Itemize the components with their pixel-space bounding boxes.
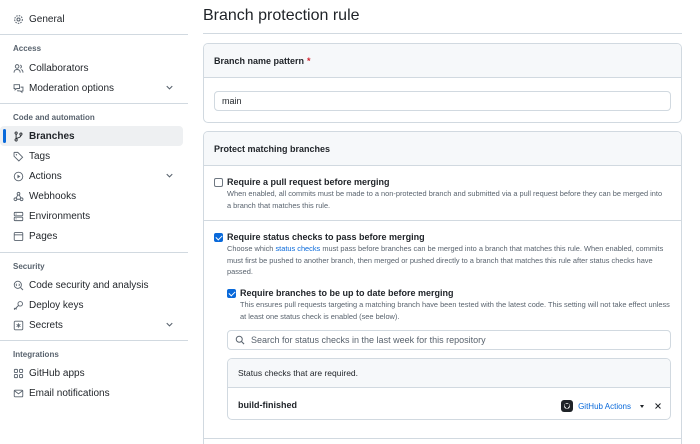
sidebar-item-environments[interactable]: Environments	[0, 206, 183, 226]
branch-pattern-label: Branch name pattern	[214, 55, 305, 66]
settings-sidebar: General Access Collaborators Moderation …	[0, 0, 188, 444]
chevron-down-icon[interactable]	[164, 319, 175, 330]
tag-icon	[13, 151, 24, 162]
sidebar-item-label: GitHub apps	[29, 367, 85, 379]
sidebar-item-branches[interactable]: Branches	[0, 126, 183, 146]
sidebar-divider	[0, 34, 188, 35]
sidebar-item-label: Environments	[29, 210, 91, 222]
description-text: Choose which	[227, 244, 276, 253]
asterisk-box-icon	[13, 320, 24, 331]
sidebar-divider	[0, 103, 188, 104]
page-title: Branch protection rule	[203, 7, 360, 24]
require-pull-request-checkbox[interactable]	[214, 178, 223, 187]
search-placeholder: Search for status checks in the last wee…	[251, 335, 486, 345]
section-title-security: Security	[13, 262, 45, 271]
sidebar-item-deploy-keys[interactable]: Deploy keys	[0, 295, 183, 315]
sidebar-item-github-apps[interactable]: GitHub apps	[0, 363, 183, 383]
sidebar-item-collaborators[interactable]: Collaborators	[0, 58, 183, 78]
require-status-checks-checkbox[interactable]	[214, 233, 223, 242]
require-up-to-date-title[interactable]: Require branches to be up to date before…	[240, 288, 454, 298]
browser-icon	[13, 231, 24, 242]
sidebar-item-webhooks[interactable]: Webhooks	[0, 186, 183, 206]
sidebar-item-label: General	[29, 13, 65, 25]
gear-icon	[13, 14, 24, 25]
sidebar-item-email-notifications[interactable]: Email notifications	[0, 383, 183, 403]
row-divider	[204, 438, 681, 439]
protect-branches-label: Protect matching branches	[214, 143, 331, 154]
close-icon	[655, 403, 661, 409]
require-pull-request-description: When enabled, all commits must be made t…	[227, 189, 663, 210]
status-checks-link[interactable]: status checks	[275, 244, 320, 253]
require-status-checks-description: Choose which status checks must pass bef…	[227, 243, 675, 278]
section-title-code-automation: Code and automation	[13, 113, 95, 122]
row-divider	[204, 220, 681, 221]
sidebar-item-label: Code security and analysis	[29, 279, 149, 291]
apps-icon	[13, 368, 24, 379]
sidebar-item-label: Collaborators	[29, 62, 89, 74]
sidebar-item-general[interactable]: General	[0, 9, 183, 29]
comment-discussion-icon	[13, 83, 24, 94]
required-mark: *	[307, 55, 311, 66]
require-up-to-date-checkbox[interactable]	[227, 289, 236, 298]
play-icon	[13, 171, 24, 182]
dropdown-caret-icon[interactable]	[640, 404, 644, 408]
sidebar-item-label: Secrets	[29, 319, 63, 331]
sidebar-item-pages[interactable]: Pages	[0, 226, 183, 246]
app-name-link[interactable]: GitHub Actions	[578, 402, 631, 411]
require-status-checks-title[interactable]: Require status checks to pass before mer…	[227, 232, 425, 242]
sidebar-item-label: Actions	[29, 170, 62, 182]
sidebar-item-moderation-options[interactable]: Moderation options	[0, 78, 183, 98]
sidebar-item-tags[interactable]: Tags	[0, 146, 183, 166]
check-name: build-finished	[238, 400, 297, 410]
sidebar-item-secrets[interactable]: Secrets	[0, 315, 183, 335]
branch-pattern-input[interactable]	[214, 91, 671, 111]
sidebar-item-label: Tags	[29, 150, 51, 162]
sidebar-item-label: Pages	[29, 230, 58, 242]
people-icon	[13, 63, 24, 74]
sidebar-divider	[0, 340, 188, 341]
search-icon	[235, 335, 245, 345]
require-up-to-date-description: This ensures pull requests targeting a m…	[240, 300, 670, 321]
sidebar-item-label: Moderation options	[29, 82, 115, 94]
codescan-icon	[13, 280, 24, 291]
require-pull-request-title[interactable]: Require a pull request before merging	[227, 177, 390, 187]
section-title-integrations: Integrations	[13, 350, 59, 359]
section-title-access: Access	[13, 44, 42, 53]
sidebar-item-label: Email notifications	[29, 387, 110, 399]
sidebar-item-actions[interactable]: Actions	[0, 166, 183, 186]
remove-check-button[interactable]	[654, 402, 662, 410]
chevron-down-icon[interactable]	[164, 170, 175, 181]
required-checks-box: Status checks that are required. build-f…	[227, 358, 671, 420]
git-branch-icon	[13, 131, 24, 142]
sidebar-item-label: Branches	[29, 130, 75, 142]
chevron-down-icon[interactable]	[164, 82, 175, 93]
sidebar-item-label: Deploy keys	[29, 299, 84, 311]
key-icon	[13, 300, 24, 311]
required-checks-header: Status checks that are required.	[228, 359, 670, 388]
protect-branches-header: Protect matching branches	[204, 132, 681, 166]
branch-pattern-box: Branch name pattern *	[203, 43, 682, 123]
protect-branches-box: Protect matching branches Require a pull…	[203, 131, 682, 444]
sidebar-item-label: Webhooks	[29, 190, 77, 202]
branch-pattern-header: Branch name pattern *	[204, 44, 681, 78]
sidebar-item-code-security[interactable]: Code security and analysis	[0, 275, 183, 295]
title-divider	[203, 33, 682, 34]
check-app-selector[interactable]: GitHub Actions	[561, 400, 662, 412]
webhook-icon	[13, 191, 24, 202]
mail-icon	[13, 388, 24, 399]
server-icon	[13, 211, 24, 222]
status-check-search[interactable]: Search for status checks in the last wee…	[227, 330, 671, 350]
sidebar-divider	[0, 252, 188, 253]
github-actions-icon	[561, 400, 574, 412]
